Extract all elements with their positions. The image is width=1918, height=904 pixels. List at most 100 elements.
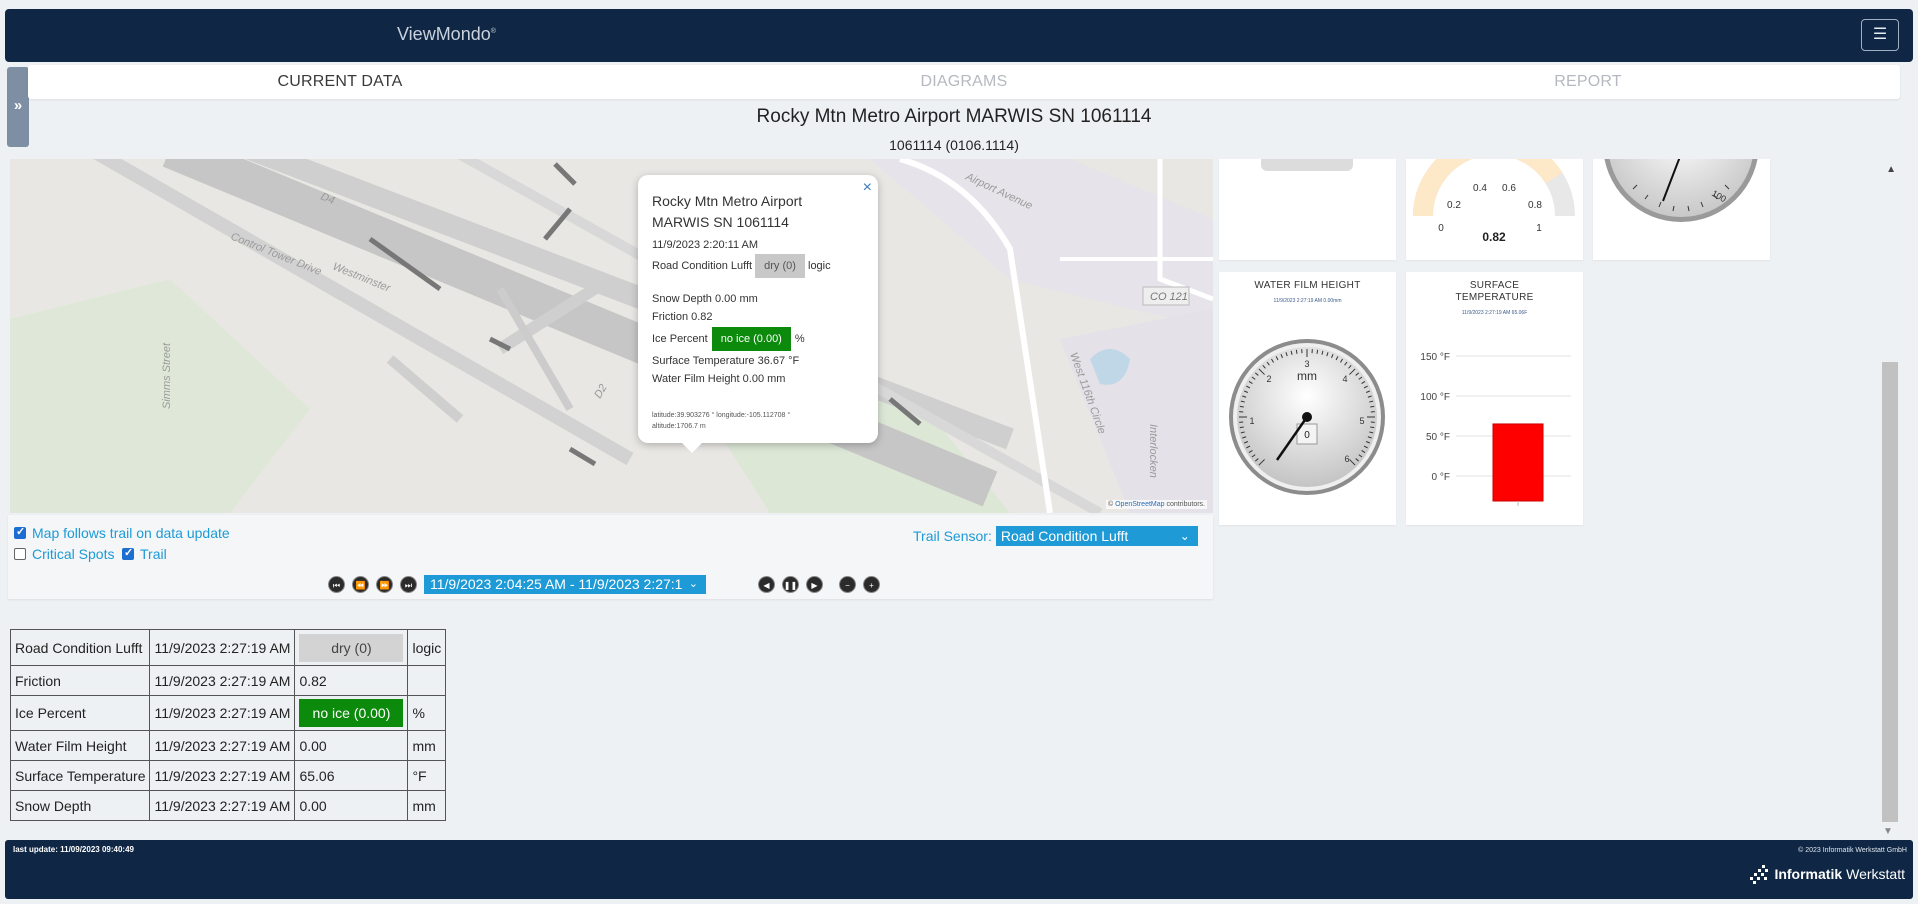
popup-road-condition-unit: logic <box>808 260 831 272</box>
popup-timestamp: 11/9/2023 2:20:11 AM <box>652 239 759 251</box>
surface-temp-title: SURFACE TEMPERATURE <box>1406 280 1583 304</box>
water-film-timestamp: 11/9/2023 2:27:19 AM 0.00mm <box>1273 298 1342 304</box>
gauge-card-snow <box>1219 159 1396 260</box>
row-unit: mm <box>407 790 447 821</box>
trail-sensor-select[interactable]: Road Condition Lufft ⌄ <box>995 526 1198 546</box>
critical-spots-checkbox[interactable]: Critical Spots <box>14 546 114 562</box>
popup-title: Rocky Mtn Metro Airport MARWIS SN 1061114 <box>652 191 864 233</box>
friction-value: 0.82 <box>1482 230 1506 244</box>
row-name: Water Film Height <box>9 730 151 761</box>
attribution-suffix: contributors. <box>1164 501 1205 508</box>
map-tiles: Simms Street Control Tower Drive Westmin… <box>10 159 1213 513</box>
zoom-out-icon[interactable]: − <box>839 576 856 593</box>
playback-bar: ⏮ ⏪ ⏩ ⏭ 11/9/2023 2:04:25 AM - 11/9/2023… <box>328 575 887 594</box>
row-time: 11/9/2023 2:27:19 AM <box>149 695 296 731</box>
brand-text: ViewMondo <box>397 24 491 44</box>
popup-title-line2: MARWIS SN 1061114 <box>652 214 789 230</box>
row-value: 0.00 <box>294 790 409 821</box>
popup-title-line1: Rocky Mtn Metro Airport <box>652 193 803 209</box>
water-film-unit: mm <box>1297 369 1317 383</box>
row-value: no ice (0.00) <box>294 695 409 731</box>
popup-ice-percent-unit: % <box>794 333 805 345</box>
surface-temp-axis-tick: 150 °F <box>1420 352 1450 363</box>
row-value: 0.82 <box>294 665 409 696</box>
row-unit <box>407 665 447 696</box>
step-back-icon[interactable]: ◀ <box>758 576 775 593</box>
popup-coordinates: latitude:39.903276 ° longitude:-105.1127… <box>652 410 864 432</box>
current-data-table: Road Condition Lufft 11/9/2023 2:27:19 A… <box>9 629 447 821</box>
checkbox-unchecked-icon <box>14 548 26 560</box>
menu-toggle-button[interactable]: ☰ <box>1861 19 1899 51</box>
popup-friction: Friction 0.82 <box>652 311 713 323</box>
company-logo[interactable]: Informatik Werkstatt <box>1748 864 1905 884</box>
first-icon[interactable]: ⏮ <box>328 576 345 593</box>
tab-current-data[interactable]: CURRENT DATA <box>28 65 652 99</box>
map-label-simms-street: Simms Street <box>161 342 173 409</box>
popup-water-film: Water Film Height 0.00 mm <box>652 373 786 385</box>
map-attribution: © OpenStreetMap contributors. <box>1106 500 1207 509</box>
trail-label: Trail <box>140 546 167 562</box>
openstreetmap-link[interactable]: OpenStreetMap <box>1115 501 1164 508</box>
pause-icon[interactable]: ❚❚ <box>782 576 799 593</box>
friction-tick: 1 <box>1536 223 1542 234</box>
tab-report[interactable]: REPORT <box>1276 65 1900 99</box>
page-scrollbar-thumb[interactable] <box>1882 362 1898 822</box>
footer: last update: 11/09/2023 09:40:49 © 2023 … <box>5 840 1913 899</box>
gauge-card-third: 100 <box>1593 159 1770 260</box>
last-icon[interactable]: ⏭ <box>400 576 417 593</box>
play-icon[interactable]: ▶ <box>806 576 823 593</box>
brand-logo[interactable]: ViewMondo® <box>397 24 496 45</box>
map-view[interactable]: Simms Street Control Tower Drive Westmin… <box>10 159 1213 513</box>
surface-temp-timestamp: 11/9/2023 2:27:19 AM 65.06F <box>1461 310 1528 316</box>
checkbox-checked-icon <box>122 546 134 560</box>
critical-spots-label: Critical Spots <box>32 546 115 562</box>
main-tabs: CURRENT DATA DIAGRAMS REPORT <box>28 65 1900 99</box>
gauge-partial-shape <box>1261 159 1353 171</box>
table-row: Water Film Height 11/9/2023 2:27:19 AM 0… <box>9 730 447 761</box>
friction-tick: 0.4 <box>1473 183 1487 194</box>
company-name-rest: Werkstatt <box>1846 866 1905 882</box>
trail-sensor-value: Road Condition Lufft <box>1000 528 1129 544</box>
zoom-in-icon[interactable]: + <box>863 576 880 593</box>
popup-ice-percent: Ice Percent no ice (0.00) % <box>652 326 864 352</box>
tab-diagrams[interactable]: DIAGRAMS <box>652 65 1276 99</box>
follow-trail-label: Map follows trail on data update <box>32 525 230 541</box>
company-name-bold: Informatik <box>1774 866 1843 882</box>
gauge-card-surface-temp: SURFACE TEMPERATURE 11/9/2023 2:27:19 AM … <box>1406 272 1583 525</box>
follow-trail-checkbox[interactable]: Map follows trail on data update <box>14 525 230 541</box>
surface-temp-axis-tick: 0 °F <box>1432 472 1450 483</box>
third-gauge: 100 <box>1604 159 1758 222</box>
trail-checkbox[interactable]: Trail <box>122 546 167 562</box>
row-value: dry (0) <box>294 629 409 666</box>
trail-sensor-label: Trail Sensor: <box>913 528 992 544</box>
map-label-interlocken: Interlocken <box>1147 424 1159 478</box>
row-time: 11/9/2023 2:27:19 AM <box>149 629 296 666</box>
close-icon[interactable]: × <box>863 179 872 197</box>
brand-mark: ® <box>490 28 496 35</box>
water-film-dial-tick <box>1370 426 1375 429</box>
water-film-dial-tick <box>1370 405 1375 408</box>
informatik-logo-icon <box>1750 865 1769 884</box>
row-unit: °F <box>407 760 447 791</box>
scroll-down-arrow-icon[interactable]: ▼ <box>1883 826 1893 837</box>
fast-forward-icon[interactable]: ⏩ <box>376 576 393 593</box>
gauge-card-water-film: WATER FILM HEIGHT 11/9/2023 2:27:19 AM 0… <box>1219 272 1396 525</box>
copyright-text: © 2023 Informatik Werkstatt GmbH <box>1798 847 1907 854</box>
water-film-dial-tick <box>1295 349 1298 354</box>
time-range-select[interactable]: 11/9/2023 2:04:25 AM - 11/9/2023 2:27:1 ⌄ <box>424 575 706 594</box>
popup-road-condition-label: Road Condition Lufft <box>652 260 753 272</box>
map-controls: Map follows trail on data update Critica… <box>8 515 1213 599</box>
rewind-icon[interactable]: ⏪ <box>352 576 369 593</box>
friction-gauge: 0 0.2 0.4 0.6 0.8 1 0.82 <box>1413 159 1575 244</box>
row-unit: logic <box>407 629 447 666</box>
popup-surface-temp: Surface Temperature 36.67 °F <box>652 355 800 367</box>
water-film-tick: 3 <box>1304 359 1309 369</box>
scroll-up-arrow-icon[interactable]: ▲ <box>1886 164 1896 175</box>
surface-temp-axis-tick: 100 °F <box>1420 392 1450 403</box>
map-label-co-121: CO 121 <box>1150 291 1188 303</box>
time-range-value: 11/9/2023 2:04:25 AM - 11/9/2023 2:27:1 <box>430 576 683 592</box>
row-time: 11/9/2023 2:27:19 AM <box>149 730 296 761</box>
table-row: Road Condition Lufft 11/9/2023 2:27:19 A… <box>9 629 447 666</box>
row-value: 0.00 <box>294 730 409 761</box>
water-film-tick: 1 <box>1249 416 1254 426</box>
